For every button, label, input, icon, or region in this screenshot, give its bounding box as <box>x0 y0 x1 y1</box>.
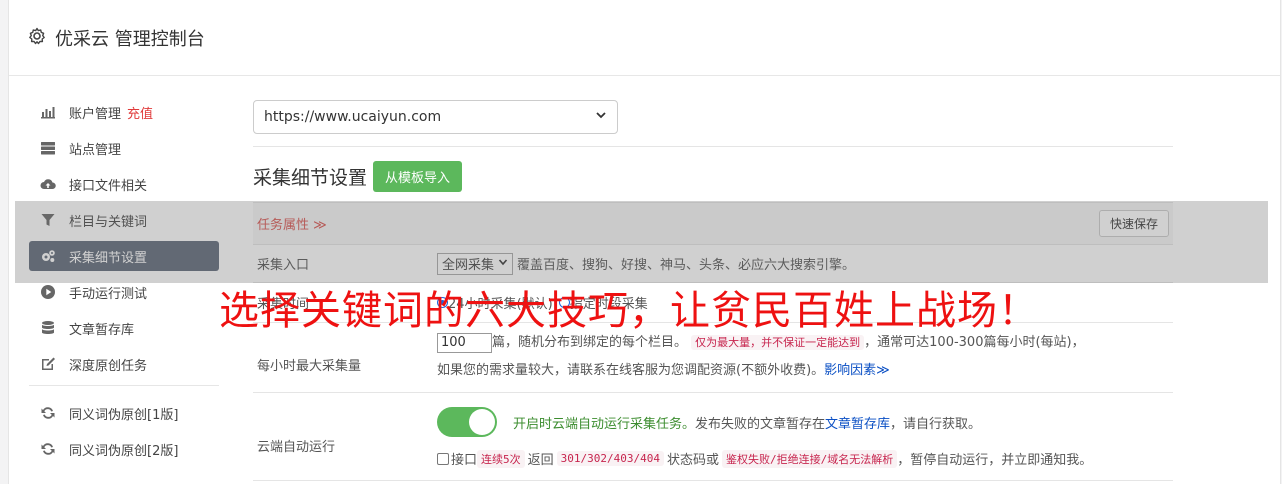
entry-select[interactable]: 全网采集 <box>437 252 514 275</box>
sidebar-item-synonym-v2[interactable]: 同义词伪原创[2版] <box>29 434 219 464</box>
entry-select-value: 全网采集 <box>442 258 495 273</box>
cloud-label: 云端自动运行 <box>257 440 336 455</box>
max-line-2: 如果您的需求量较大，请联系在线客服为您调配资源(不额外收费)。影响因素≫ <box>437 357 1173 385</box>
chevron-down-icon <box>494 256 508 271</box>
database-icon <box>39 319 57 337</box>
page-title: 优采云 管理控制台 <box>55 28 205 50</box>
sidebar-item-deep-original[interactable]: 深度原创任务 <box>29 349 219 379</box>
import-template-button[interactable]: 从模板导入 <box>373 161 463 192</box>
sidebar-item-columns-keywords[interactable]: 栏目与关键词 <box>29 205 219 235</box>
cloud-text-2: 发布失败的文章暂存在 <box>695 416 826 432</box>
sidebar-item-label: 栏目与关键词 <box>69 214 148 230</box>
sidebar-item-label: 站点管理 <box>69 142 122 158</box>
console-panel: 优采云 管理控制台 账户管理 充值 站点管理 接口文件相关 栏目与关键词 采集细… <box>8 0 1281 484</box>
cloud-run-toggle[interactable] <box>437 407 497 437</box>
cloud-text-1: 开启时云端自动运行采集任务。 <box>513 416 696 432</box>
section-header: 采集细节设置 从模板导入 <box>253 161 1173 192</box>
section-title: 采集细节设置 <box>253 167 368 189</box>
max-text-1: 篇，随机分布到绑定的每个栏目。 <box>492 335 688 350</box>
sidebar-item-label: 采集细节设置 <box>69 250 148 266</box>
cloud-line-2: 接口 连续5次 返回 301/302/403/404 状态码或 鉴权失败/拒绝连… <box>437 449 1173 468</box>
sidebar-item-label: 深度原创任务 <box>69 358 148 374</box>
article-storage-link[interactable]: 文章暂存库 <box>825 413 890 432</box>
cb-text-4: ，暂停自动运行，并立即通知我。 <box>897 453 1093 468</box>
entry-label: 采集入口 <box>257 258 310 273</box>
play-circle-icon <box>39 283 57 301</box>
gear-icon <box>27 26 55 50</box>
sidebar-item-label: 文章暂存库 <box>69 322 135 338</box>
sidebar-item-collect-settings[interactable]: 采集细节设置 <box>29 241 219 271</box>
entry-value: 全网采集 覆盖百度、搜狗、好搜、神马、头条、必应六大搜索引擎。 <box>437 245 1173 282</box>
sidebar-item-label: 账户管理 <box>69 106 122 122</box>
max-text-3: 如果您的需求量较大，请联系在线客服为您调配资源(不额外收费)。 <box>437 363 825 378</box>
sidebar-item-interface-files[interactable]: 接口文件相关 <box>29 169 219 199</box>
sidebar: 账户管理 充值 站点管理 接口文件相关 栏目与关键词 采集细节设置 手动运行测试… <box>29 97 219 470</box>
sidebar-item-synonym-v1[interactable]: 同义词伪原创[1版] <box>29 398 219 428</box>
cloud-line-1: 开启时云端自动运行采集任务。 发布失败的文章暂存在 文章暂存库 ，请自行获取。 <box>437 407 1173 437</box>
overlay-caption: 选择关键词的六大技巧，让贫民百姓上战场！ <box>219 288 1039 334</box>
sidebar-item-article-storage[interactable]: 文章暂存库 <box>29 313 219 343</box>
cloud-value: 开启时云端自动运行采集任务。 发布失败的文章暂存在 文章暂存库 ，请自行获取。 … <box>437 393 1173 480</box>
entry-description: 覆盖百度、搜狗、好搜、神马、头条、必应六大搜索引擎。 <box>517 258 856 273</box>
sidebar-item-sites[interactable]: 站点管理 <box>29 133 219 163</box>
sidebar-item-label: 接口文件相关 <box>69 178 148 194</box>
site-select[interactable]: https://www.ucaiyun.com <box>253 100 618 134</box>
sidebar-item-account[interactable]: 账户管理 充值 <box>29 97 219 127</box>
max-note-code: 仅为最大量，并不保证一定能达到 <box>691 335 865 350</box>
sidebar-item-label: 同义词伪原创[2版] <box>69 443 179 459</box>
sidebar-item-manual-run[interactable]: 手动运行测试 <box>29 277 219 307</box>
quick-save-button[interactable]: 快速保存 <box>1098 210 1169 237</box>
cb-text-3: 状态码或 <box>667 453 720 468</box>
sidebar-divider <box>29 385 219 386</box>
site-select-value: https://www.ucaiyun.com <box>264 109 442 125</box>
sidebar-item-label: 同义词伪原创[1版] <box>69 407 179 423</box>
refresh-icon <box>39 440 57 458</box>
server-icon <box>39 139 57 157</box>
form-header-row: 任务属性 ≫ 快速保存 <box>253 203 1173 245</box>
cb-code-3: 鉴权失败/拒绝连接/域名无法解析 <box>722 449 898 468</box>
cloud-text-3: ，请自行获取。 <box>890 416 982 432</box>
cb-text-2: 返回 <box>527 453 554 468</box>
row-cloud-run: 云端自动运行 开启时云端自动运行采集任务。 发布失败的文章暂存在 文章暂存库 ，… <box>253 393 1173 481</box>
cloud-upload-icon <box>39 175 57 193</box>
divider <box>253 146 1173 147</box>
cb-code-2: 301/302/403/404 <box>556 451 664 466</box>
pause-notify-checkbox[interactable] <box>437 452 449 465</box>
sidebar-item-label: 手动运行测试 <box>69 286 148 302</box>
edit-icon <box>39 355 57 373</box>
tab-task-properties[interactable]: 任务属性 ≫ <box>257 214 327 233</box>
cogs-icon <box>39 247 57 265</box>
filter-icon <box>39 211 57 229</box>
chevron-down-icon <box>595 109 607 125</box>
bar-chart-icon <box>39 103 57 121</box>
refresh-icon <box>39 404 57 422</box>
settings-form: 任务属性 ≫ 快速保存 采集入口 全网采集 覆盖百度、搜狗、好搜、神马、头条、必… <box>253 202 1173 481</box>
cb-text-1: 接口 <box>451 453 478 468</box>
max-text-2: ，通常可达100-300篇每小时(每站)， <box>864 335 1085 350</box>
cb-code-1: 连续5次 <box>477 449 525 468</box>
title-bar: 优采云 管理控制台 <box>9 0 1280 76</box>
influence-factors-link[interactable]: 影响因素≫ <box>824 363 890 378</box>
recharge-link[interactable]: 充值 <box>127 103 153 122</box>
